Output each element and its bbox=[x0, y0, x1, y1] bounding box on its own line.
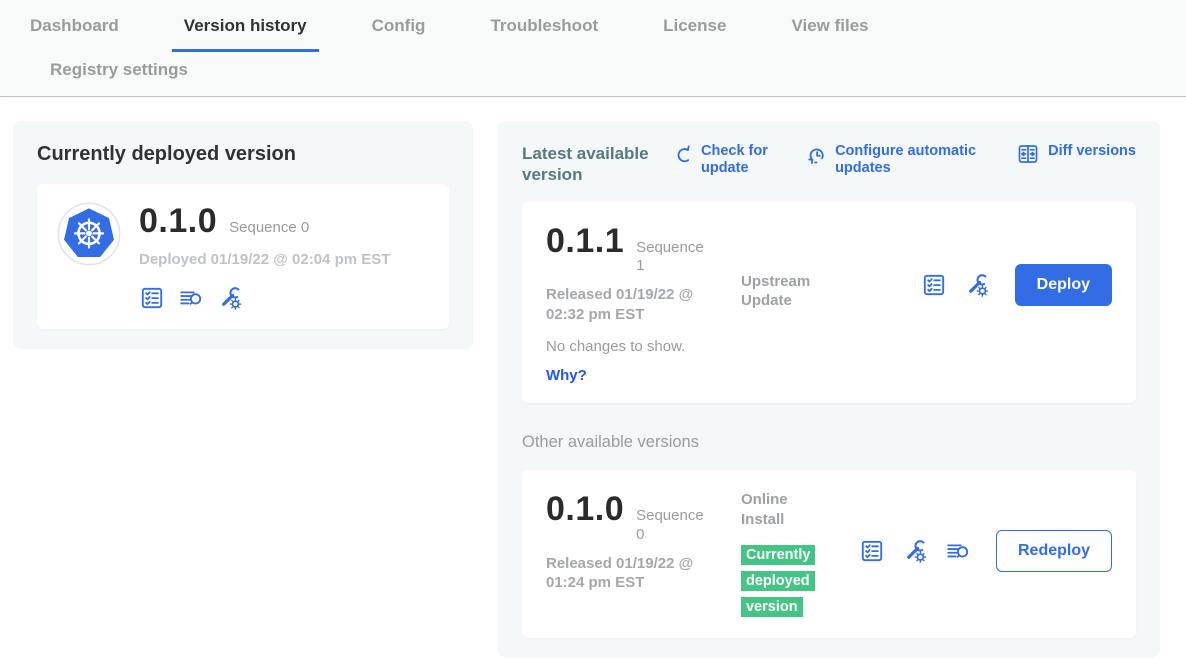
kubernetes-logo-icon bbox=[57, 202, 121, 266]
currently-deployed-section: Currently deployed version 0.1.0 Sequenc… bbox=[13, 121, 473, 349]
config-wrench-icon[interactable] bbox=[217, 285, 243, 311]
nav-row-2: Registry settings bbox=[0, 52, 1186, 96]
latest-source-block: Upstream Update bbox=[741, 272, 859, 311]
latest-available-title: Latest available version bbox=[522, 143, 672, 186]
tab-registry-settings[interactable]: Registry settings bbox=[38, 60, 200, 80]
check-for-update-link[interactable]: Check for update bbox=[672, 143, 783, 178]
deployed-version-card: 0.1.0 Sequence 0 Deployed 01/19/22 @ 02:… bbox=[37, 184, 449, 329]
preflight-checklist-icon[interactable] bbox=[921, 272, 947, 298]
latest-version-number: 0.1.1 bbox=[546, 222, 624, 261]
other-version-card: 0.1.0 Sequence 0 Released 01/19/22 @ 01:… bbox=[522, 470, 1136, 638]
config-wrench-icon[interactable] bbox=[902, 538, 928, 564]
deploy-button[interactable]: Deploy bbox=[1015, 264, 1112, 306]
preflight-checklist-icon[interactable] bbox=[859, 538, 885, 564]
redeploy-button[interactable]: Redeploy bbox=[996, 530, 1112, 572]
tab-version-history[interactable]: Version history bbox=[172, 16, 319, 52]
deployed-version-number: 0.1.0 bbox=[139, 202, 217, 241]
tab-license[interactable]: License bbox=[651, 16, 738, 52]
nav-row-1: Dashboard Version history Config Trouble… bbox=[0, 0, 1186, 52]
other-source-label: Online Install bbox=[741, 490, 833, 529]
diff-icon bbox=[1016, 142, 1040, 166]
latest-release-timestamp: Released 01/19/22 @ 02:32 pm EST bbox=[546, 285, 718, 324]
currently-deployed-badge: Currently deployed version bbox=[741, 545, 815, 617]
tab-config[interactable]: Config bbox=[360, 16, 438, 52]
preflight-checklist-icon[interactable] bbox=[139, 285, 165, 311]
other-release-timestamp: Released 01/19/22 @ 01:24 pm EST bbox=[546, 554, 718, 593]
other-version-info: 0.1.0 Sequence 0 Released 01/19/22 @ 01:… bbox=[546, 490, 741, 593]
other-sequence-label: Sequence 0 bbox=[636, 507, 708, 545]
deployed-timestamp: Deployed 01/19/22 @ 02:04 pm EST bbox=[139, 250, 390, 270]
configure-automatic-updates-link[interactable]: Configure automatic updates bbox=[806, 143, 993, 178]
latest-available-section: Latest available version Check for updat… bbox=[498, 121, 1160, 658]
tab-view-files[interactable]: View files bbox=[779, 16, 880, 52]
currently-deployed-badge-wrap: Currently deployed version bbox=[741, 542, 835, 620]
tab-troubleshoot[interactable]: Troubleshoot bbox=[478, 16, 610, 52]
why-link[interactable]: Why? bbox=[546, 367, 587, 384]
latest-sequence-label: Sequence 1 bbox=[636, 239, 708, 277]
config-wrench-icon[interactable] bbox=[964, 272, 990, 298]
deployed-version-info: 0.1.0 Sequence 0 Deployed 01/19/22 @ 02:… bbox=[139, 202, 390, 311]
version-history-page: Currently deployed version 0.1.0 Sequenc… bbox=[13, 121, 1160, 658]
configure-automatic-updates-label: Configure automatic updates bbox=[835, 143, 993, 178]
diff-versions-label: Diff versions bbox=[1048, 143, 1136, 160]
refresh-icon bbox=[672, 144, 693, 165]
deployed-sequence-label: Sequence 0 bbox=[229, 219, 309, 238]
deploy-logs-icon[interactable] bbox=[945, 538, 971, 564]
latest-version-card: 0.1.1 Sequence 1 Released 01/19/22 @ 02:… bbox=[522, 202, 1136, 404]
other-versions-title: Other available versions bbox=[522, 433, 1136, 452]
latest-panel-header: Latest available version Check for updat… bbox=[522, 143, 1136, 186]
main-nav: Dashboard Version history Config Trouble… bbox=[0, 0, 1186, 96]
latest-version-info: 0.1.1 Sequence 1 Released 01/19/22 @ 02:… bbox=[546, 222, 741, 325]
other-version-number: 0.1.0 bbox=[546, 490, 624, 529]
diff-versions-link[interactable]: Diff versions bbox=[1016, 143, 1136, 166]
tab-dashboard[interactable]: Dashboard bbox=[18, 16, 131, 52]
currently-deployed-title: Currently deployed version bbox=[37, 143, 449, 166]
deploy-logs-icon[interactable] bbox=[178, 285, 204, 311]
other-version-actions: Redeploy bbox=[859, 530, 1112, 572]
latest-source-label: Upstream Update bbox=[741, 272, 833, 311]
other-source-block: Online Install Currently deployed versio… bbox=[741, 490, 859, 620]
latest-version-actions: Deploy bbox=[921, 264, 1112, 306]
latest-panel-actions: Check for update Configure automatic upd… bbox=[672, 143, 1136, 178]
check-for-update-label: Check for update bbox=[701, 143, 783, 178]
app-header: Dashboard Version history Config Trouble… bbox=[0, 0, 1186, 97]
auto-update-schedule-icon bbox=[806, 144, 827, 165]
no-changes-text: No changes to show. bbox=[546, 338, 1112, 355]
